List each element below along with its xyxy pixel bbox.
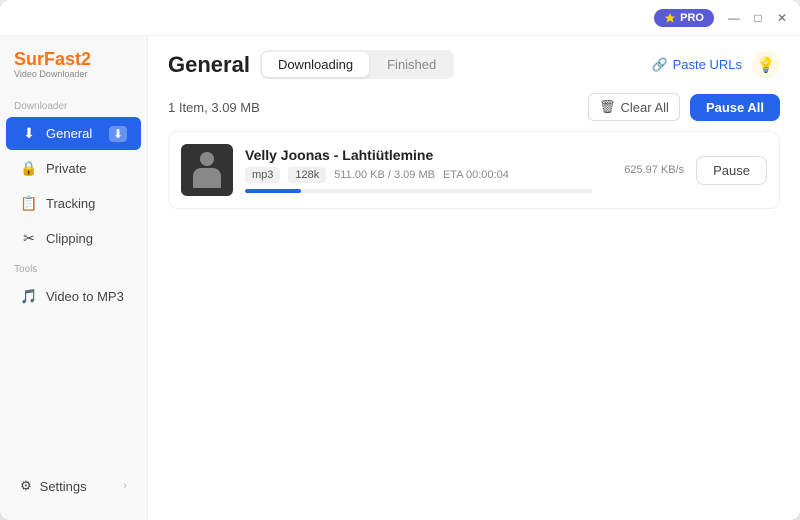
header-right: 🔗 Paste URLs 💡	[651, 51, 780, 79]
link-icon: 🔗	[651, 57, 667, 73]
clear-all-label: Clear All	[621, 100, 669, 115]
page-title: General	[168, 52, 250, 78]
sidebar-item-tracking[interactable]: 📋 Tracking	[6, 187, 141, 220]
item-count: 1 Item, 3.09 MB	[168, 100, 260, 115]
sidebar-item-clipping[interactable]: ✂ Clipping	[6, 222, 141, 255]
download-meta: mp3 128k 511.00 KB / 3.09 MB ETA 00:00:0…	[245, 167, 592, 183]
size-info: 511.00 KB / 3.09 MB	[334, 169, 435, 181]
sidebar-bottom: ⚙ Settings ›	[0, 462, 147, 510]
sidebar-item-label: Video to MP3	[46, 289, 124, 304]
paste-urls-button[interactable]: 🔗 Paste URLs	[651, 57, 742, 73]
sidebar-item-label: Private	[46, 161, 86, 176]
sidebar-item-general[interactable]: ⬇ General ⬇	[6, 117, 141, 150]
app-window: PRO — □ ✕ SurFast2 Video Downloader Down…	[0, 0, 800, 520]
content-toolbar: 1 Item, 3.09 MB 🗑 Clear All Pause All	[148, 89, 800, 131]
title-bar: PRO — □ ✕	[0, 0, 800, 36]
sidebar-item-label: Tracking	[46, 196, 95, 211]
title-bar-buttons: — □ ✕	[726, 10, 790, 26]
clipping-icon: ✂	[20, 230, 38, 247]
downloader-section-label: Downloader	[0, 93, 147, 116]
music-icon: 🎵	[20, 288, 38, 305]
trash-icon: 🗑	[599, 99, 616, 115]
clear-all-button[interactable]: 🗑 Clear All	[588, 93, 680, 121]
tab-downloading[interactable]: Downloading	[262, 52, 369, 77]
sidebar-item-private[interactable]: 🔒 Private	[6, 152, 141, 185]
quality-tag: 128k	[288, 167, 326, 183]
app-name: SurFast2	[14, 50, 133, 68]
settings-left: ⚙ Settings	[20, 478, 87, 494]
content-area: General Downloading Finished 🔗 Paste URL…	[148, 36, 800, 520]
main-layout: SurFast2 Video Downloader Downloader ⬇ G…	[0, 36, 800, 520]
app-logo: SurFast2 Video Downloader	[0, 46, 147, 93]
lock-icon: 🔒	[20, 160, 38, 177]
thumbnail	[181, 144, 233, 196]
sidebar-item-video-to-mp3[interactable]: 🎵 Video to MP3	[6, 280, 141, 313]
bulb-button[interactable]: 💡	[752, 51, 780, 79]
download-list: Velly Joonas - Lahtiütlemine mp3 128k 51…	[148, 131, 800, 520]
pause-button[interactable]: Pause	[696, 156, 767, 185]
settings-label: Settings	[40, 479, 87, 494]
app-subtitle: Video Downloader	[14, 69, 133, 79]
sidebar: SurFast2 Video Downloader Downloader ⬇ G…	[0, 36, 148, 520]
tab-finished[interactable]: Finished	[371, 52, 452, 77]
download-info: Velly Joonas - Lahtiütlemine mp3 128k 51…	[245, 147, 592, 193]
download-badge: ⬇	[109, 126, 127, 142]
download-speed: 625.97 KB/s	[604, 164, 684, 176]
pro-badge[interactable]: PRO	[654, 9, 714, 27]
progress-bar	[245, 189, 592, 193]
bulb-icon: 💡	[757, 56, 776, 74]
paste-urls-label: Paste URLs	[673, 57, 742, 72]
pro-label: PRO	[680, 12, 704, 24]
toolbar-actions: 🗑 Clear All Pause All	[588, 93, 780, 121]
chevron-right-icon: ›	[123, 480, 127, 492]
eta-info: ETA 00:00:04	[443, 169, 509, 181]
tools-section-label: Tools	[0, 256, 147, 279]
download-icon: ⬇	[20, 125, 38, 142]
tracking-icon: 📋	[20, 195, 38, 212]
progress-bar-fill	[245, 189, 301, 193]
pro-icon	[664, 12, 676, 24]
settings-item[interactable]: ⚙ Settings ›	[6, 470, 141, 502]
close-button[interactable]: ✕	[774, 10, 790, 26]
content-header: General Downloading Finished 🔗 Paste URL…	[148, 36, 800, 89]
sidebar-item-label: General	[46, 126, 92, 141]
format-tag: mp3	[245, 167, 280, 183]
sidebar-item-label: Clipping	[46, 231, 93, 246]
table-row: Velly Joonas - Lahtiütlemine mp3 128k 51…	[168, 131, 780, 209]
maximize-button[interactable]: □	[750, 10, 766, 26]
tab-group: Downloading Finished	[260, 50, 454, 79]
download-title: Velly Joonas - Lahtiütlemine	[245, 147, 592, 163]
pause-all-button[interactable]: Pause All	[690, 94, 780, 121]
gear-icon: ⚙	[20, 478, 32, 494]
minimize-button[interactable]: —	[726, 10, 742, 26]
page-title-area: General Downloading Finished	[168, 50, 454, 79]
